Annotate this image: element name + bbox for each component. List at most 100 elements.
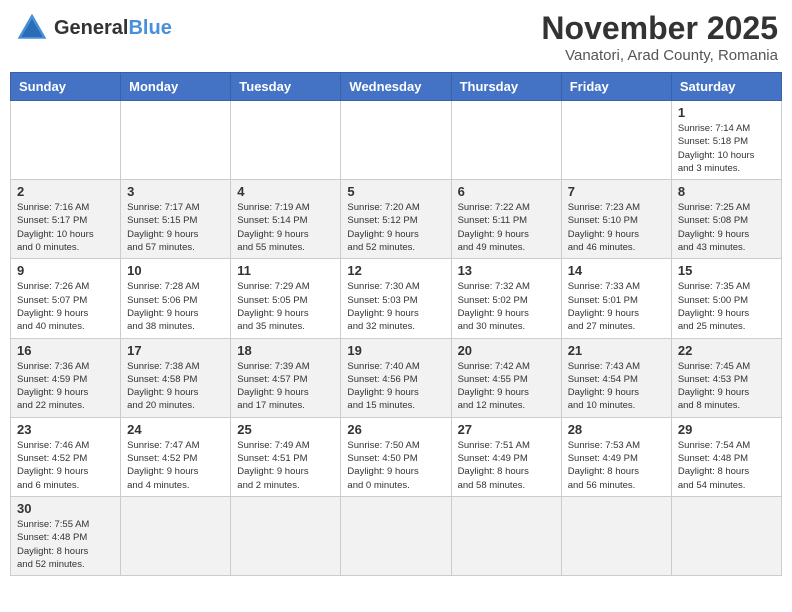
calendar-cell [121, 496, 231, 575]
calendar-cell: 26 Sunrise: 7:50 AM Sunset: 4:50 PM Dayli… [341, 417, 451, 496]
calendar-cell: 24 Sunrise: 7:47 AM Sunset: 4:52 PM Dayli… [121, 417, 231, 496]
weekday-header-friday: Friday [561, 73, 671, 101]
day-number: 29 [678, 422, 775, 437]
calendar-subtitle: Vanatori, Arad County, Romania [541, 47, 778, 64]
calendar-cell [561, 496, 671, 575]
day-info: Sunrise: 7:29 AM Sunset: 5:05 PM Dayligh… [237, 280, 334, 333]
day-info: Sunrise: 7:36 AM Sunset: 4:59 PM Dayligh… [17, 360, 114, 413]
calendar-cell: 10 Sunrise: 7:28 AM Sunset: 5:06 PM Dayli… [121, 259, 231, 338]
calendar-cell: 1 Sunrise: 7:14 AM Sunset: 5:18 PM Daylig… [671, 101, 781, 180]
day-info: Sunrise: 7:35 AM Sunset: 5:00 PM Dayligh… [678, 280, 775, 333]
weekday-header-tuesday: Tuesday [231, 73, 341, 101]
day-info: Sunrise: 7:43 AM Sunset: 4:54 PM Dayligh… [568, 360, 665, 413]
day-number: 11 [237, 263, 334, 278]
day-number: 9 [17, 263, 114, 278]
day-number: 16 [17, 343, 114, 358]
calendar-cell: 12Sunrise: 7:30 AM Sunset: 5:03 PM Dayli… [341, 259, 451, 338]
day-number: 28 [568, 422, 665, 437]
weekday-header-thursday: Thursday [451, 73, 561, 101]
day-number: 7 [568, 184, 665, 199]
calendar-cell [341, 101, 451, 180]
day-info: Sunrise: 7:14 AM Sunset: 5:18 PM Dayligh… [678, 122, 775, 175]
day-number: 6 [458, 184, 555, 199]
day-info: Sunrise: 7:50 AM Sunset: 4:50 PM Dayligh… [347, 439, 444, 492]
day-number: 10 [127, 263, 224, 278]
calendar-cell [451, 101, 561, 180]
calendar-cell: 17 Sunrise: 7:38 AM Sunset: 4:58 PM Dayli… [121, 338, 231, 417]
day-info: Sunrise: 7:20 AM Sunset: 5:12 PM Dayligh… [347, 201, 444, 254]
calendar-cell: 30 Sunrise: 7:55 AM Sunset: 4:48 PM Dayli… [11, 496, 121, 575]
calendar-cell: 15 Sunrise: 7:35 AM Sunset: 5:00 PM Dayli… [671, 259, 781, 338]
day-info: Sunrise: 7:33 AM Sunset: 5:01 PM Dayligh… [568, 280, 665, 333]
weekday-header-monday: Monday [121, 73, 231, 101]
day-number: 26 [347, 422, 444, 437]
calendar-week-row: 30 Sunrise: 7:55 AM Sunset: 4:48 PM Dayli… [11, 496, 782, 575]
calendar-week-row: 9 Sunrise: 7:26 AM Sunset: 5:07 PM Daylig… [11, 259, 782, 338]
calendar-cell: 28Sunrise: 7:53 AM Sunset: 4:49 PM Dayli… [561, 417, 671, 496]
calendar-cell: 4Sunrise: 7:19 AM Sunset: 5:14 PM Daylig… [231, 180, 341, 259]
day-info: Sunrise: 7:17 AM Sunset: 5:15 PM Dayligh… [127, 201, 224, 254]
calendar-cell [231, 101, 341, 180]
calendar-cell: 13 Sunrise: 7:32 AM Sunset: 5:02 PM Dayli… [451, 259, 561, 338]
day-info: Sunrise: 7:30 AM Sunset: 5:03 PM Dayligh… [347, 280, 444, 333]
calendar-cell [671, 496, 781, 575]
day-number: 20 [458, 343, 555, 358]
calendar-cell: 20 Sunrise: 7:42 AM Sunset: 4:55 PM Dayli… [451, 338, 561, 417]
day-info: Sunrise: 7:39 AM Sunset: 4:57 PM Dayligh… [237, 360, 334, 413]
day-number: 15 [678, 263, 775, 278]
day-info: Sunrise: 7:47 AM Sunset: 4:52 PM Dayligh… [127, 439, 224, 492]
calendar-cell [231, 496, 341, 575]
day-number: 3 [127, 184, 224, 199]
calendar-cell: 23 Sunrise: 7:46 AM Sunset: 4:52 PM Dayli… [11, 417, 121, 496]
weekday-header-row: SundayMondayTuesdayWednesdayThursdayFrid… [11, 73, 782, 101]
weekday-header-sunday: Sunday [11, 73, 121, 101]
day-number: 1 [678, 105, 775, 120]
day-number: 25 [237, 422, 334, 437]
day-info: Sunrise: 7:23 AM Sunset: 5:10 PM Dayligh… [568, 201, 665, 254]
calendar-cell: 16 Sunrise: 7:36 AM Sunset: 4:59 PM Dayli… [11, 338, 121, 417]
day-number: 22 [678, 343, 775, 358]
day-info: Sunrise: 7:54 AM Sunset: 4:48 PM Dayligh… [678, 439, 775, 492]
header-section: GeneralBlue November 2025 Vanatori, Arad… [10, 10, 782, 64]
calendar-cell: 22Sunrise: 7:45 AM Sunset: 4:53 PM Dayli… [671, 338, 781, 417]
calendar-cell [451, 496, 561, 575]
day-info: Sunrise: 7:38 AM Sunset: 4:58 PM Dayligh… [127, 360, 224, 413]
day-number: 27 [458, 422, 555, 437]
calendar-week-row: 1 Sunrise: 7:14 AM Sunset: 5:18 PM Daylig… [11, 101, 782, 180]
calendar-cell: 8Sunrise: 7:25 AM Sunset: 5:08 PM Daylig… [671, 180, 781, 259]
day-number: 2 [17, 184, 114, 199]
calendar-cell: 2Sunrise: 7:16 AM Sunset: 5:17 PM Daylig… [11, 180, 121, 259]
calendar-week-row: 2Sunrise: 7:16 AM Sunset: 5:17 PM Daylig… [11, 180, 782, 259]
day-info: Sunrise: 7:26 AM Sunset: 5:07 PM Dayligh… [17, 280, 114, 333]
day-number: 8 [678, 184, 775, 199]
calendar-cell: 27 Sunrise: 7:51 AM Sunset: 4:49 PM Dayli… [451, 417, 561, 496]
day-info: Sunrise: 7:55 AM Sunset: 4:48 PM Dayligh… [17, 518, 114, 571]
calendar-cell: 29 Sunrise: 7:54 AM Sunset: 4:48 PM Dayli… [671, 417, 781, 496]
calendar-table: SundayMondayTuesdayWednesdayThursdayFrid… [10, 72, 782, 576]
day-info: Sunrise: 7:22 AM Sunset: 5:11 PM Dayligh… [458, 201, 555, 254]
day-info: Sunrise: 7:42 AM Sunset: 4:55 PM Dayligh… [458, 360, 555, 413]
day-info: Sunrise: 7:46 AM Sunset: 4:52 PM Dayligh… [17, 439, 114, 492]
calendar-cell: 25Sunrise: 7:49 AM Sunset: 4:51 PM Dayli… [231, 417, 341, 496]
day-number: 5 [347, 184, 444, 199]
day-number: 13 [458, 263, 555, 278]
day-number: 17 [127, 343, 224, 358]
day-info: Sunrise: 7:32 AM Sunset: 5:02 PM Dayligh… [458, 280, 555, 333]
day-info: Sunrise: 7:28 AM Sunset: 5:06 PM Dayligh… [127, 280, 224, 333]
calendar-cell [121, 101, 231, 180]
day-number: 21 [568, 343, 665, 358]
day-number: 18 [237, 343, 334, 358]
logo: GeneralBlue [14, 10, 172, 46]
day-number: 19 [347, 343, 444, 358]
logo-icon [14, 10, 50, 46]
calendar-cell [341, 496, 451, 575]
calendar-cell: 14 Sunrise: 7:33 AM Sunset: 5:01 PM Dayli… [561, 259, 671, 338]
calendar-cell: 18 Sunrise: 7:39 AM Sunset: 4:57 PM Dayli… [231, 338, 341, 417]
day-number: 30 [17, 501, 114, 516]
day-number: 24 [127, 422, 224, 437]
day-number: 14 [568, 263, 665, 278]
day-info: Sunrise: 7:51 AM Sunset: 4:49 PM Dayligh… [458, 439, 555, 492]
weekday-header-wednesday: Wednesday [341, 73, 451, 101]
calendar-cell: 11 Sunrise: 7:29 AM Sunset: 5:05 PM Dayli… [231, 259, 341, 338]
day-number: 23 [17, 422, 114, 437]
